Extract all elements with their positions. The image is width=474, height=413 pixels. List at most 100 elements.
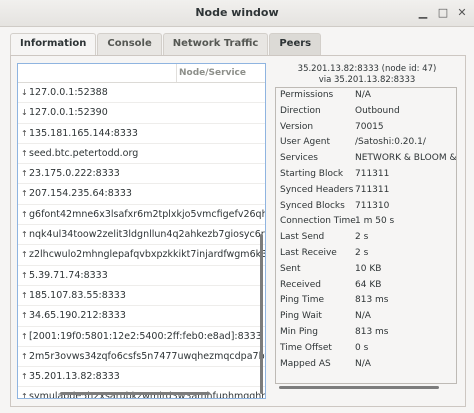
detail-value: N/A [355,358,371,369]
outbound-arrow-icon: ↑ [21,392,28,399]
table-row[interactable]: ↑g6font42mne6x3lsafxr6m2tplxkjo5vmcfigef… [18,205,265,226]
detail-key: Last Send [280,232,325,243]
inbound-arrow-icon: ↓ [21,88,28,97]
outbound-arrow-icon: ↑ [21,250,28,260]
table-row[interactable]: ↑23.175.0.222:8333 [18,164,265,185]
detail-key: User Agent [280,137,331,148]
outbound-arrow-icon: ↑ [21,311,28,321]
detail-key: Mapped AS [280,358,331,369]
peer-address: 5.39.71.74:8333 [29,269,108,281]
horizontal-scrollbar[interactable] [60,392,210,395]
table-row[interactable]: ↓127.0.0.1:52388 [18,83,265,104]
detail-key: Ping Time [280,295,325,306]
detail-row: Synced Headers 711311 [276,183,456,199]
detail-value: 813 ms [355,295,389,306]
peer-table[interactable]: Node/Service ↓127.0.0.1:52388 ↓127.0.0.1:… [17,63,266,399]
inbound-arrow-icon: ↓ [21,108,28,118]
table-row[interactable]: ↑35.201.13.82:8333 [18,367,265,388]
table-row[interactable]: ↑nqk4ul34toow2zelit3ldgnllun4q2ahkezb7gi… [18,225,265,246]
detail-row: Last Receive 2 s [276,246,456,262]
table-row[interactable]: ↑[2001:19f0:5801:12e2:5400:2ff:feb0:e8ad… [18,327,265,347]
detail-value: 711311 [355,184,390,195]
column-separator[interactable] [176,64,177,82]
peer-address: 35.201.13.82:8333 [29,371,120,383]
detail-row: Version 70015 [276,120,456,136]
tab-peers[interactable]: Peers [269,33,322,55]
detail-key: Time Offset [280,342,332,353]
peer-address: 2m5r3ovws34zqfo6csfs5n7477uwqhezmqcdpa7b… [29,350,265,362]
maximize-icon[interactable]: □ [437,7,449,19]
table-row[interactable]: ↑seed.btc.petertodd.org [18,144,265,165]
peer-details: Permissions N/A Direction Outbound Version 70… [275,87,457,384]
detail-value: NETWORK & BLOOM & [355,153,457,164]
outbound-arrow-icon: ↑ [21,270,28,280]
detail-key: Connection Time [280,216,356,227]
title-bar: Node window ▁ □ ✕ [0,0,474,27]
peer-address: 23.175.0.222:8333 [29,168,120,180]
peer-address: seed.btc.petertodd.org [29,147,139,159]
outbound-arrow-icon: ↑ [21,189,28,199]
vertical-scrollbar[interactable] [260,234,263,394]
outbound-arrow-icon: ↑ [21,290,28,300]
minimize-icon[interactable]: ▁ [417,7,429,19]
close-icon[interactable]: ✕ [456,7,468,19]
detail-row: Services NETWORK & BLOOM & [276,151,456,167]
outbound-arrow-icon: ↑ [21,351,28,361]
detail-row: Direction Outbound [276,104,456,120]
detail-key: Version [280,121,314,132]
table-row[interactable]: ↑34.65.190.212:8333 [18,306,265,327]
node-via-line: via 35.201.13.82:8333 [318,75,416,85]
detail-value: 2 s [355,247,369,258]
detail-key: Last Receive [280,247,337,258]
peer-address: 185.107.83.55:8333 [29,289,126,301]
detail-key: Services [280,153,318,164]
detail-row: Last Send 2 s [276,230,456,246]
peer-address: 127.0.0.1:52388 [29,87,108,98]
detail-row: Ping Time 813 ms [276,293,456,309]
detail-value: N/A [355,90,371,100]
detail-row: Time Offset 0 s [276,341,456,357]
table-row[interactable]: ↑207.154.235.64:8333 [18,184,265,205]
detail-row: Permissions N/A [276,88,456,104]
outbound-arrow-icon: ↑ [21,209,28,219]
detail-key: Direction [280,105,321,116]
window-title: Node window [195,6,279,19]
detail-key: Min Ping [280,326,318,337]
tab-console[interactable]: Console [97,33,162,55]
column-header-node-service[interactable]: Node/Service [179,68,246,78]
detail-value: 64 KB [355,279,382,290]
details-horizontal-scrollbar[interactable] [279,386,439,389]
tab-network-traffic[interactable]: Network Traffic [162,33,269,55]
outbound-arrow-icon: ↑ [21,331,28,341]
detail-value: 0 s [355,342,369,353]
peer-address: g6font42mne6x3lsafxr6m2tplxkjo5vmcfigefv… [29,208,265,220]
detail-key: Received [280,279,321,290]
detail-row: Ping Wait N/A [276,309,456,325]
table-row[interactable]: ↑135.181.165.144:8333 [18,124,265,144]
detail-row: Received 64 KB [276,278,456,294]
detail-key: Sent [280,263,301,274]
detail-row: Mapped AS N/A [276,357,456,373]
node-id-line: 35.201.13.82:8333 (node id: 47) [297,64,437,74]
table-row[interactable]: ↑z2lhcwulo2mhnglepafqvbxpzkkikt7injardfw… [18,245,265,266]
detail-value: 711310 [355,200,390,211]
peer-address: nqk4ul34toow2zelit3ldgnllun4q2ahkezb7gio… [29,229,265,241]
detail-value: 10 KB [355,263,382,274]
table-row[interactable]: ↑2m5r3ovws34zqfo6csfs5n7477uwqhezmqcdpa7… [18,347,265,368]
tab-information[interactable]: Information [10,33,97,55]
table-row[interactable]: ↑5.39.71.74:8333 [18,266,265,286]
outbound-arrow-icon: ↑ [21,169,28,179]
detail-key: Permissions [280,90,334,100]
tab-bar: Information Console Network Traffic Peer… [10,33,322,55]
node-id-header: 35.201.13.82:8333 (node id: 47) via 35.2… [276,64,458,86]
peer-address: 135.181.165.144:8333 [29,127,138,139]
detail-value: Outbound [355,105,400,116]
outbound-arrow-icon: ↑ [21,372,28,382]
detail-row: Sent 10 KB [276,262,456,278]
outbound-arrow-icon: ↑ [21,148,28,158]
outbound-arrow-icon: ↑ [21,128,28,138]
table-row[interactable]: ↑185.107.83.55:8333 [18,286,265,307]
table-row[interactable]: ↓127.0.0.1:52390 [18,103,265,124]
detail-key: Synced Blocks [280,200,345,211]
detail-value: 2 s [355,232,369,243]
